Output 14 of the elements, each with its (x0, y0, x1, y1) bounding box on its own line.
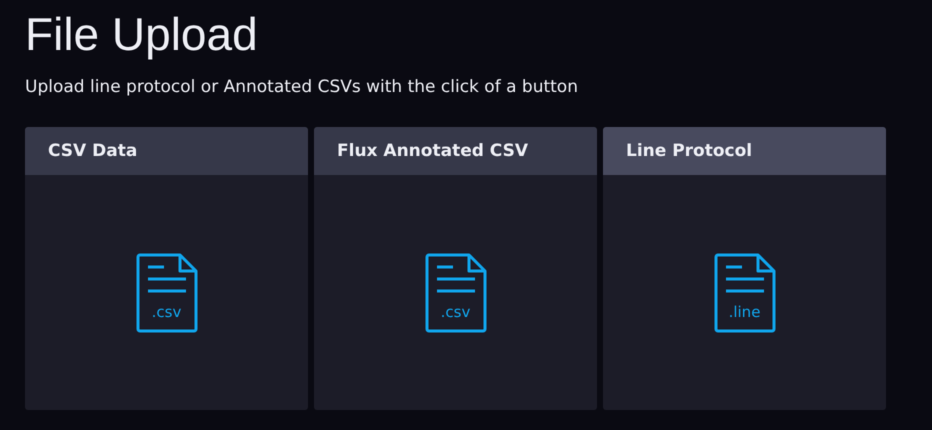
file-extension: .csv (440, 302, 472, 320)
upload-card[interactable]: CSV Data .csv (25, 127, 308, 410)
card-title: Flux Annotated CSV (337, 141, 528, 161)
file-icon (424, 252, 486, 332)
card-title: CSV Data (48, 141, 138, 161)
file-extension: .csv (150, 302, 182, 320)
file-icon (714, 252, 776, 332)
upload-card[interactable]: Flux Annotated CSV .csv (314, 127, 597, 410)
upload-card[interactable]: Line Protocol .line (603, 127, 886, 410)
page-subtitle: Upload line protocol or Annotated CSVs with the click of a button (25, 76, 579, 98)
file-extension: .line (728, 302, 762, 320)
page-title: File Upload (25, 7, 259, 62)
file-icon (136, 252, 198, 332)
card-title: Line Protocol (626, 141, 752, 161)
